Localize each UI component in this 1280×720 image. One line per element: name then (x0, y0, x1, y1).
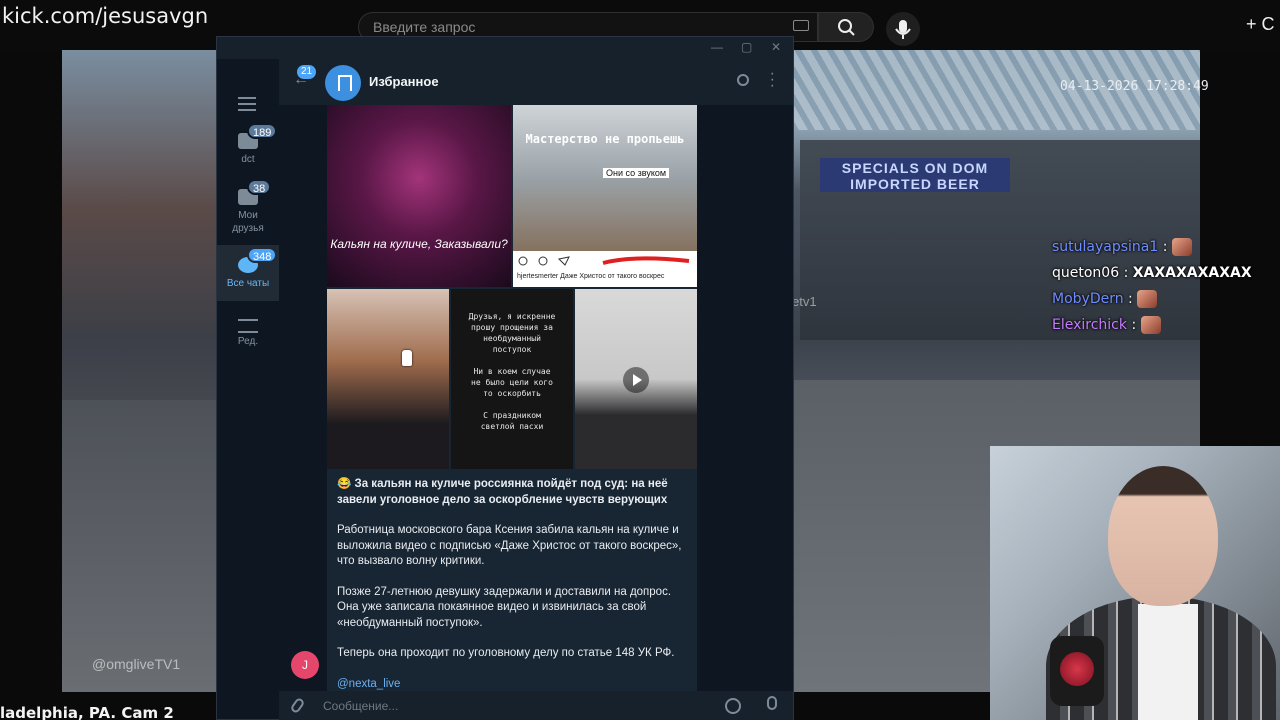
microphone-logo (1060, 652, 1094, 686)
maximize-icon[interactable]: ▢ (741, 40, 752, 54)
message-input-bar: Сообщение... (279, 691, 793, 720)
sender-avatar[interactable]: J (291, 651, 319, 679)
forwarded-post: Кальян на куличе, Заказывали? Мастерство… (327, 105, 697, 691)
chat-message: MobyDern : (1052, 288, 1272, 314)
unread-badge: 21 (297, 65, 317, 79)
chat-emote-icon (1137, 290, 1158, 308)
chat-header: ← 21 Избранное · · · (279, 59, 793, 105)
post-text: 😂 За кальян на куличе россиянка пойдёт п… (337, 477, 689, 691)
chat-separator: : (1127, 317, 1141, 333)
post-image-hookah-cake[interactable]: Кальян на куличе, Заказывали? (327, 105, 511, 287)
chat-username[interactable]: sutulayapsina1 (1052, 239, 1158, 255)
post-paragraph-1: Работница московского бара Ксения забила… (337, 524, 682, 567)
chat-username[interactable]: Elexirchick (1052, 317, 1127, 333)
folder-label: Все чаты (226, 278, 270, 289)
post-image-portrait[interactable] (327, 289, 449, 469)
camera-watermark-2: etv1 (792, 294, 817, 309)
source-link[interactable]: @nexta_live (337, 677, 689, 692)
image-caption-small: hjertesmerter Даже Христос от такого вос… (517, 273, 665, 280)
folder-sidebar: 189 dct 38 Мои друзья 348 Все чаты Ред. (217, 59, 279, 719)
post-image-video-screenshot[interactable]: Мастерство не пропьешь Они со звуком hje… (513, 105, 697, 287)
folder-label: Ред. (237, 336, 259, 347)
search-icon[interactable] (737, 74, 749, 86)
post-paragraph-3: Теперь она проходит по уголовному делу п… (337, 647, 675, 659)
street-left (62, 400, 222, 692)
post-video-apology[interactable] (575, 289, 697, 469)
chat-separator: : (1123, 291, 1138, 307)
camera-timestamp: 04-13-2026 17:28:49 (1060, 79, 1209, 94)
streamer-shirt (1138, 604, 1198, 720)
image-subcaption: Они со звуком (603, 168, 670, 178)
folder-label: Мои друзья (232, 210, 264, 234)
image-social-bar: hjertesmerter Даже Христос от такого вос… (513, 251, 697, 287)
folder-all-chats[interactable]: 348 Все чаты (217, 245, 279, 301)
bookmark-icon (325, 65, 361, 101)
folder-badge: 189 (247, 123, 278, 139)
camera-caption: ladelphia, PA. Cam 2 (0, 704, 174, 720)
microphone-icon (895, 20, 911, 39)
chat-emote-icon (1140, 316, 1161, 334)
chat-message: sutulayapsina1 : (1052, 236, 1272, 262)
chat-title: Избранное (369, 74, 439, 89)
telegram-window: — ▢ ✕ 189 dct 38 Мои друзья 348 Все чаты (216, 36, 794, 720)
chat-separator: : (1119, 265, 1133, 281)
attach-icon[interactable] (289, 696, 306, 715)
window-titlebar: — ▢ ✕ (217, 37, 793, 59)
chat-separator: : (1158, 239, 1172, 255)
keyboard-icon[interactable] (793, 20, 809, 31)
mouse-cursor (402, 350, 412, 366)
create-button[interactable]: + С (1246, 14, 1275, 35)
screen: SPECIALS ON DOM IMPORTED BEER 04-13-2026… (0, 0, 1280, 720)
chat-message: Elexirchick : (1052, 314, 1272, 340)
store-sign: SPECIALS ON DOM IMPORTED BEER (820, 158, 1010, 192)
menu-icon[interactable] (238, 97, 256, 111)
folder-dct[interactable]: 189 dct (217, 121, 279, 177)
chat-username[interactable]: MobyDern (1052, 291, 1124, 307)
folder-edit[interactable]: Ред. (217, 309, 279, 365)
image-caption: Мастерство не пропьешь (525, 132, 685, 146)
folder-label: dct (241, 154, 255, 165)
more-vertical-icon[interactable]: · · · (770, 66, 775, 94)
message-area: Кальян на куличе, Заказывали? Мастерство… (279, 105, 793, 691)
streamer-head (1108, 466, 1218, 606)
stream-chat: sutulayapsina1 : queton06 : ХАХАХАХАХАХ M… (1052, 236, 1272, 340)
emoji-icon[interactable] (725, 698, 741, 714)
apology-text: Друзья, я искренне прошу прощения за нео… (468, 312, 556, 431)
camera-watermark: @omgliveTV1 (92, 656, 181, 672)
sliders-icon (238, 319, 258, 333)
voice-message-icon[interactable] (767, 696, 777, 710)
url-text: kick.com/jesusavgn (2, 4, 209, 28)
folder-badge: 38 (247, 179, 272, 195)
chat-username[interactable]: queton06 (1052, 265, 1119, 281)
folder-badge: 348 (247, 247, 278, 263)
search-icon (838, 19, 855, 36)
minimize-icon[interactable]: — (711, 40, 723, 54)
image-caption: Кальян на куличе, Заказывали? (330, 237, 508, 251)
close-icon[interactable]: ✕ (771, 40, 781, 54)
post-headline: 😂 За кальян на куличе россиянка пойдёт п… (337, 478, 668, 506)
chat-text: ХАХАХАХАХАХ (1132, 265, 1252, 281)
post-image-apology-text[interactable]: Друзья, я искренне прошу прощения за нео… (451, 289, 573, 469)
search-placeholder: Введите запрос (373, 19, 476, 35)
folder-friends[interactable]: 38 Мои друзья (217, 177, 279, 234)
search-button[interactable] (818, 12, 874, 42)
social-icons (518, 256, 690, 266)
streamer-webcam (990, 446, 1280, 720)
chat-emote-icon (1171, 238, 1192, 256)
message-input[interactable]: Сообщение... (323, 699, 398, 713)
post-paragraph-2: Позже 27-летнюю девушку задержали и дост… (337, 585, 672, 629)
voice-search-button[interactable] (886, 12, 920, 46)
play-icon[interactable] (623, 367, 649, 393)
chat-message: queton06 : ХАХАХАХАХАХ (1052, 262, 1272, 288)
